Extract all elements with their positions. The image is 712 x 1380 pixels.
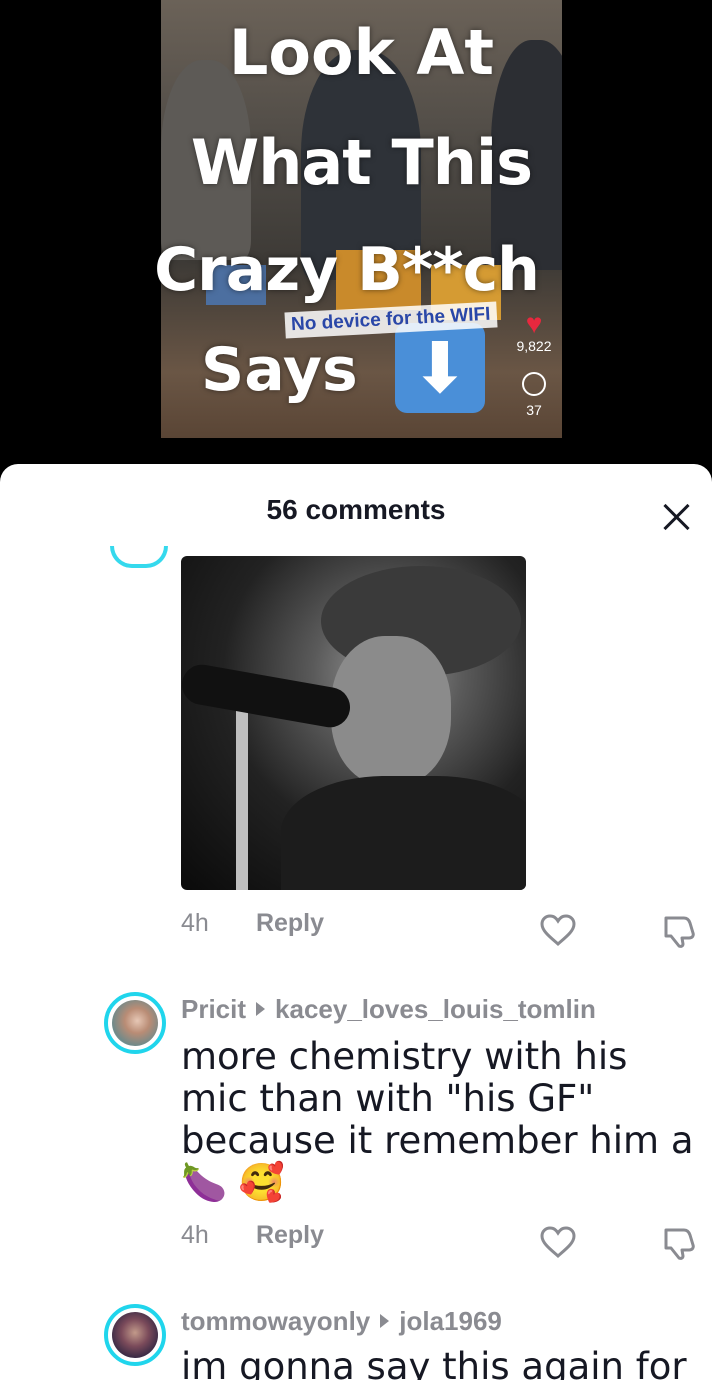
reply-arrow-icon — [380, 1314, 390, 1328]
comment-text: im gonna say this again for — [181, 1345, 687, 1380]
reply-to-user[interactable]: jola1969 — [399, 1306, 502, 1336]
overlay-line: Says — [201, 335, 358, 405]
reply-button[interactable]: Reply — [256, 1221, 324, 1249]
image-mic — [181, 661, 354, 731]
comment-meta: 4h Reply — [181, 1221, 324, 1250]
video-side-actions: ♥ 9,822 37 — [510, 310, 558, 419]
heart-outline-icon[interactable] — [540, 1226, 576, 1258]
down-arrow-icon: ⬇ — [395, 323, 485, 413]
avatar[interactable] — [110, 546, 168, 568]
comment-author[interactable]: Pricit — [181, 994, 246, 1024]
like-count: 9,822 — [516, 338, 552, 354]
image-shirt — [281, 776, 526, 890]
heart-icon[interactable]: ♥ — [510, 310, 558, 338]
heart-outline-icon[interactable] — [540, 914, 576, 946]
dislike-icon[interactable] — [662, 1226, 696, 1260]
comment-count: 37 — [526, 402, 542, 418]
comment-author[interactable]: tommowayonly — [181, 1306, 370, 1336]
comment-emojis: 🍆 🥰 — [181, 1161, 285, 1204]
comments-sheet: 56 comments 4h Reply Pricit kacey_loves_l… — [0, 464, 712, 1380]
comment-user-line: Pricit kacey_loves_louis_tomlin — [181, 994, 596, 1025]
overlay-line: Crazy B**ch — [154, 235, 540, 305]
video-player[interactable]: Look At What This Crazy B**ch Says ⬇ No … — [0, 0, 712, 480]
reply-button[interactable]: Reply — [256, 909, 324, 937]
comment-time: 4h — [181, 1221, 209, 1249]
image-mic-stand — [236, 706, 248, 890]
overlay-line: What This — [190, 126, 533, 199]
avatar[interactable] — [104, 992, 166, 1054]
comment-image[interactable] — [181, 556, 526, 890]
comment-time: 4h — [181, 909, 209, 937]
overlay-line: Look At — [228, 16, 495, 89]
avatar[interactable] — [104, 1304, 166, 1366]
reply-to-user[interactable]: kacey_loves_louis_tomlin — [275, 994, 596, 1024]
comment-user-line: tommowayonly jola1969 — [181, 1306, 502, 1337]
comment-bubble-icon[interactable] — [522, 372, 546, 396]
comment-text: more chemistry with his mic than with "h… — [181, 1036, 701, 1204]
dislike-icon[interactable] — [662, 914, 696, 948]
comments-title: 56 comments — [266, 494, 446, 525]
comment-body: more chemistry with his mic than with "h… — [181, 1035, 694, 1162]
close-icon[interactable] — [660, 500, 692, 532]
comment-meta: 4h Reply — [181, 909, 324, 938]
reply-arrow-icon — [256, 1002, 266, 1016]
